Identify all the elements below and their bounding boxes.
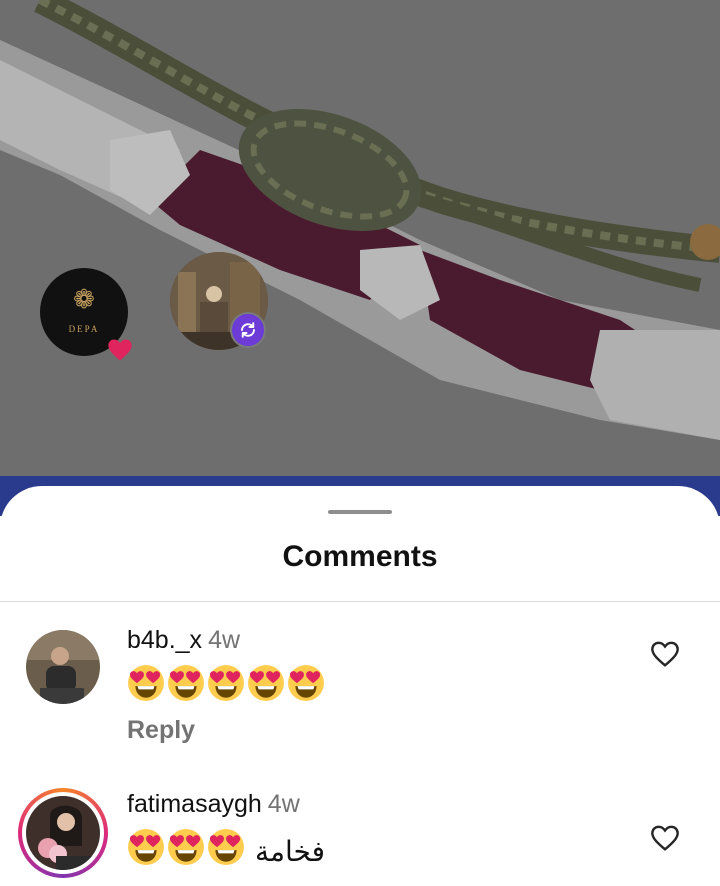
comment-text: فخامة	[127, 828, 325, 872]
heart-outline-icon[interactable]	[648, 822, 682, 854]
heart-eyes-emoji-icon	[168, 828, 204, 865]
brand-logo-icon: ❁	[73, 284, 95, 314]
heart-icon	[108, 339, 132, 361]
sword-photo	[0, 0, 720, 440]
divider	[0, 601, 720, 602]
repost-icon	[230, 312, 266, 348]
avatar	[26, 796, 100, 870]
heart-eyes-emoji-icon	[168, 664, 204, 701]
heart-eyes-emoji-icon	[288, 664, 324, 701]
heart-eyes-emoji-icon	[128, 664, 164, 701]
heart-eyes-emoji-icon	[208, 828, 244, 865]
comment-username[interactable]: b4b._x	[127, 626, 202, 654]
heart-eyes-emoji-icon	[208, 664, 244, 701]
comment-text	[127, 664, 335, 708]
drag-handle[interactable]	[328, 510, 392, 514]
brand-logo-text: DEPA	[68, 324, 100, 334]
repost-glyph	[241, 322, 255, 338]
comment-header: fatimasaygh 4w	[127, 790, 300, 819]
comments-sheet: Comments b4b._x 4w Reply fatimasaygh 4w …	[0, 486, 720, 886]
avatar-photo	[26, 630, 100, 704]
sheet-title: Comments	[282, 540, 438, 573]
post-photo-overlay: ❁ DEPA	[0, 0, 720, 480]
comment-username[interactable]: fatimasaygh	[127, 790, 262, 818]
reply-button[interactable]: Reply	[127, 716, 195, 745]
heart-outline-icon[interactable]	[648, 638, 682, 670]
avatar-photo	[26, 796, 100, 870]
comment-time: 4w	[267, 790, 300, 818]
heart-eyes-emoji-icon	[128, 828, 164, 865]
avatar-story-ring[interactable]	[18, 788, 108, 878]
heart-eyes-emoji-icon	[248, 664, 284, 701]
avatar[interactable]	[26, 630, 100, 704]
comment-header: b4b._x 4w	[127, 626, 240, 655]
comment-body: فخامة	[255, 835, 325, 868]
comment-time: 4w	[208, 626, 241, 654]
emoji-row	[127, 828, 247, 877]
emoji-row	[127, 664, 327, 713]
